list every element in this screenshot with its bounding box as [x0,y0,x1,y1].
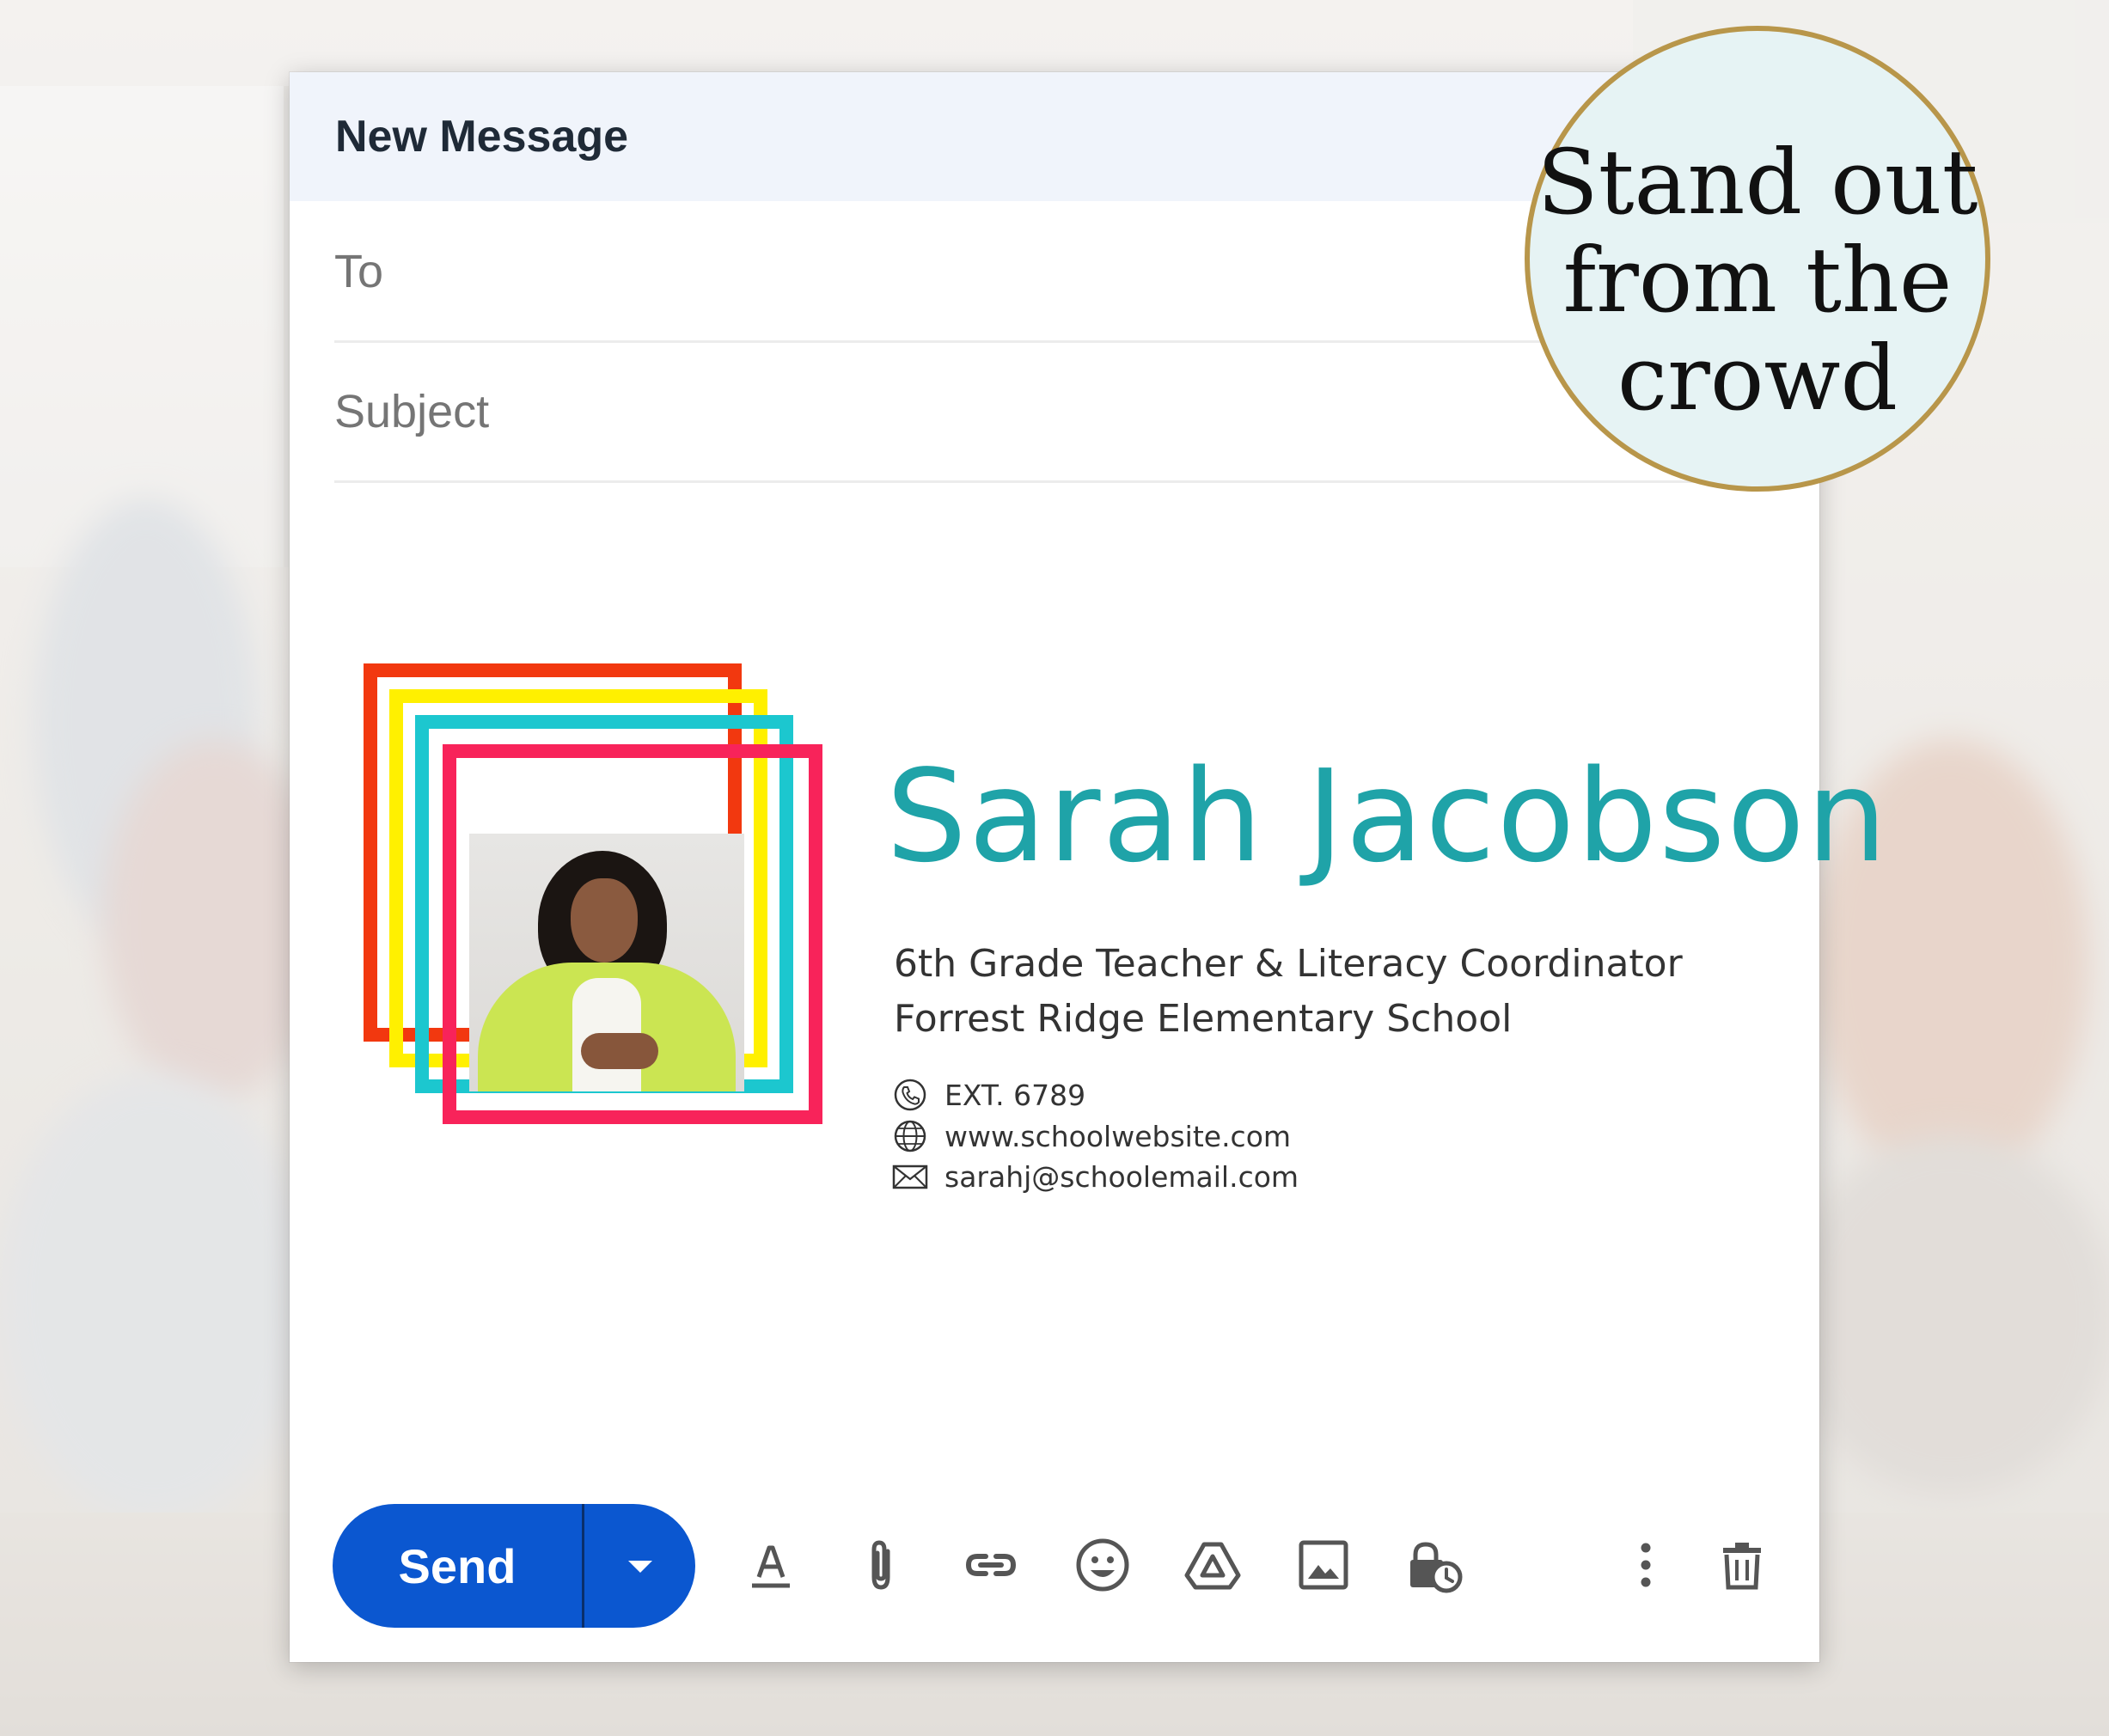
phone-icon [894,1079,926,1111]
more-options-icon [1641,1543,1651,1587]
insert-emoji-button[interactable] [1068,1528,1137,1602]
link-icon [965,1554,1017,1576]
signature-phone: EXT. 6789 [891,1078,1085,1112]
more-options-button[interactable] [1611,1528,1680,1602]
confidential-mode-icon [1410,1542,1463,1593]
badge-line-2: from the [1563,228,1953,333]
badge-line-3: crowd [1617,326,1898,431]
formatting-button[interactable] [737,1528,805,1602]
more-send-options-button[interactable] [584,1504,695,1628]
attach-button[interactable] [847,1528,915,1602]
website-link[interactable]: www.schoolwebsite.com [944,1120,1291,1153]
more-send-options-icon [627,1561,652,1573]
drive-icon [1184,1542,1241,1590]
photo-icon [1299,1540,1348,1590]
signature-school: Forrest Ridge Elementary School [894,997,1513,1041]
discard-draft-button[interactable] [1708,1528,1776,1602]
confidential-mode-button[interactable] [1400,1528,1469,1602]
signature-website[interactable]: www.schoolwebsite.com [891,1119,1291,1153]
signature-name: Sarah Jacobson [886,743,1889,890]
envelope-icon [892,1164,928,1189]
compose-title: New Message [335,112,629,162]
insert-drive-file-button[interactable] [1178,1528,1247,1602]
globe-icon [894,1120,926,1152]
signature-photo-frame [364,663,828,1128]
send-button[interactable]: Send [333,1504,582,1628]
emoji-icon [1076,1538,1129,1592]
email-link[interactable]: sarahj@schoolemail.com [944,1160,1299,1194]
insert-photo-button[interactable] [1289,1528,1358,1602]
formatting-icon [752,1545,790,1588]
send-button-group: Send [333,1504,695,1628]
attach-icon [871,1540,890,1590]
signature-email[interactable]: sarahj@schoolemail.com [891,1159,1299,1194]
subject-placeholder: Subject [334,386,490,437]
signature-role: 6th Grade Teacher & Literacy Coordinator [894,942,1683,986]
trash-icon [1723,1543,1761,1590]
badge-line-1: Stand out [1537,130,1978,235]
pink-frame [443,744,822,1124]
to-placeholder: To [334,246,384,297]
phone-text: EXT. 6789 [944,1078,1086,1112]
stand-out-badge: Stand out from the crowd [1525,26,1990,492]
insert-link-button[interactable] [957,1528,1025,1602]
